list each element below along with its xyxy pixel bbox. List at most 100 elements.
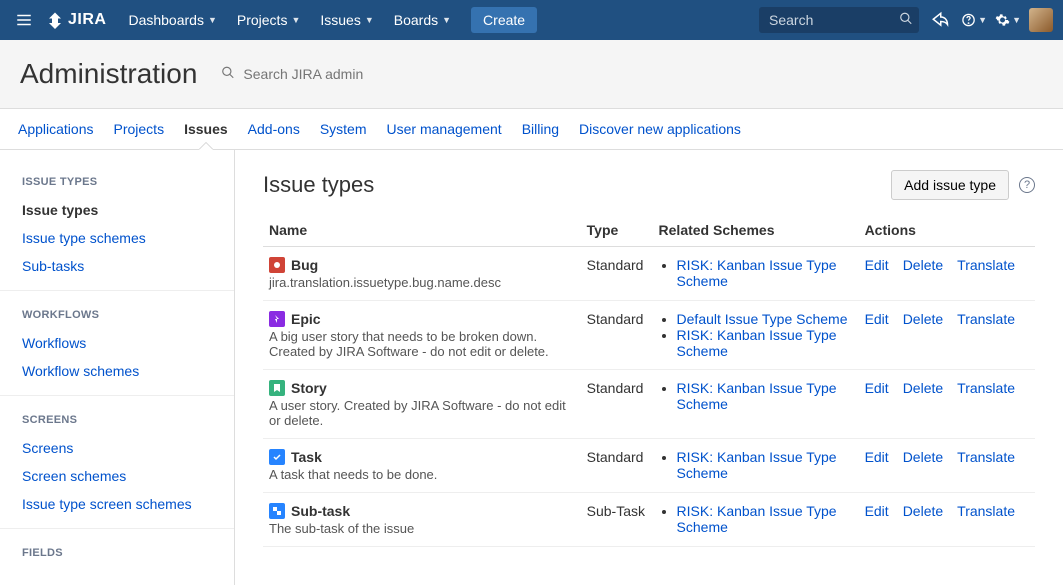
translate-link[interactable]: Translate [957,503,1015,519]
page-title: Administration [20,58,197,90]
edit-link[interactable]: Edit [865,257,889,273]
create-button[interactable]: Create [471,7,537,33]
admin-content: Issue types Add issue type ? NameTypeRel… [235,150,1063,585]
sidebar-item-issue-type-screen-schemes[interactable]: Issue type screen schemes [0,490,234,518]
table-row: Task A task that needs to be done. Standar… [263,439,1035,493]
issue-type-cell: Standard [581,370,653,439]
app-switcher-icon[interactable] [10,6,38,34]
sidebar-heading: WORKFLOWS [0,301,234,329]
column-header: Type [581,214,653,247]
subtask-icon [269,503,285,519]
scheme-link[interactable]: RISK: Kanban Issue Type Scheme [677,380,837,412]
issue-type-cell: Standard [581,301,653,370]
issue-desc: A task that needs to be done. [269,467,575,482]
global-nav-right: ▼ ▼ [759,7,1053,33]
tab-billing[interactable]: Billing [522,109,559,149]
logo-text: JIRA [68,11,106,29]
search-icon [899,12,913,29]
sidebar-item-sub-tasks[interactable]: Sub-tasks [0,252,234,280]
scheme-link[interactable]: RISK: Kanban Issue Type Scheme [677,327,837,359]
nav-item-projects[interactable]: Projects▼ [227,0,311,40]
story-icon [269,380,285,396]
translate-link[interactable]: Translate [957,311,1015,327]
tab-issues[interactable]: Issues [184,109,228,149]
sidebar-item-issue-types[interactable]: Issue types [0,196,234,224]
nav-item-issues[interactable]: Issues▼ [310,0,383,40]
sidebar-heading: ISSUE TYPES [0,168,234,196]
sidebar-item-workflow-schemes[interactable]: Workflow schemes [0,357,234,385]
admin-search-input[interactable] [221,62,421,86]
bug-icon [269,257,285,273]
tab-add-ons[interactable]: Add-ons [248,109,300,149]
edit-link[interactable]: Edit [865,503,889,519]
global-nav-left: JIRA Dashboards▼Projects▼Issues▼Boards▼ … [10,0,537,40]
delete-link[interactable]: Delete [903,503,943,519]
sidebar-item-screens[interactable]: Screens [0,434,234,462]
translate-link[interactable]: Translate [957,449,1015,465]
column-header: Related Schemes [653,214,859,247]
issue-type-cell: Standard [581,439,653,493]
search-icon [221,66,235,83]
add-issue-type-button[interactable]: Add issue type [891,170,1009,200]
content-heading: Issue types [263,172,374,198]
help-icon[interactable]: ? [1019,177,1035,193]
tab-discover-new-applications[interactable]: Discover new applications [579,109,741,149]
translate-link[interactable]: Translate [957,257,1015,273]
delete-link[interactable]: Delete [903,257,943,273]
issue-name: Sub-task [269,503,575,519]
issue-desc: A user story. Created by JIRA Software -… [269,398,575,428]
issue-type-cell: Sub-Task [581,493,653,547]
admin-tabs: Applications Projects Issues Add-ons System U… [0,109,1063,150]
help-icon[interactable]: ▼ [961,7,987,33]
scheme-link[interactable]: RISK: Kanban Issue Type Scheme [677,257,837,289]
issue-name: Task [269,449,575,465]
delete-link[interactable]: Delete [903,449,943,465]
admin-layout: ISSUE TYPESIssue typesIssue type schemes… [0,150,1063,585]
sidebar-item-screen-schemes[interactable]: Screen schemes [0,462,234,490]
tab-projects[interactable]: Projects [114,109,165,149]
nav-item-boards[interactable]: Boards▼ [384,0,461,40]
delete-link[interactable]: Delete [903,380,943,396]
table-row: Sub-task The sub-task of the issue Sub-Tas… [263,493,1035,547]
issue-desc: jira.translation.issuetype.bug.name.desc [269,275,575,290]
jira-logo[interactable]: JIRA [46,11,106,29]
sidebar-item-workflows[interactable]: Workflows [0,329,234,357]
sidebar-heading: FIELDS [0,539,234,567]
feedback-icon[interactable] [927,7,953,33]
issue-name: Bug [269,257,575,273]
issue-name: Story [269,380,575,396]
sidebar-item-issue-type-schemes[interactable]: Issue type schemes [0,224,234,252]
task-icon [269,449,285,465]
sidebar-heading: SCREENS [0,406,234,434]
tab-user-management[interactable]: User management [387,109,502,149]
scheme-link[interactable]: Default Issue Type Scheme [677,311,848,327]
issue-desc: The sub-task of the issue [269,521,575,536]
admin-sidebar: ISSUE TYPESIssue typesIssue type schemes… [0,150,235,585]
content-header: Issue types Add issue type ? [263,170,1035,200]
edit-link[interactable]: Edit [865,311,889,327]
search-input[interactable] [759,7,919,33]
tab-applications[interactable]: Applications [18,109,94,149]
issue-types-table: NameTypeRelated SchemesActions Bugjira.t… [263,214,1035,547]
nav-item-dashboards[interactable]: Dashboards▼ [118,0,226,40]
global-search [759,7,919,33]
table-row: Story A user story. Created by JIRA Softw… [263,370,1035,439]
translate-link[interactable]: Translate [957,380,1015,396]
global-nav: JIRA Dashboards▼Projects▼Issues▼Boards▼ … [0,0,1063,40]
admin-header: Administration [0,40,1063,109]
table-row: EpicA big user story that needs to be br… [263,301,1035,370]
tab-system[interactable]: System [320,109,367,149]
user-avatar[interactable] [1029,8,1053,32]
admin-search [221,62,421,86]
delete-link[interactable]: Delete [903,311,943,327]
scheme-link[interactable]: RISK: Kanban Issue Type Scheme [677,503,837,535]
edit-link[interactable]: Edit [865,380,889,396]
edit-link[interactable]: Edit [865,449,889,465]
settings-icon[interactable]: ▼ [995,7,1021,33]
scheme-link[interactable]: RISK: Kanban Issue Type Scheme [677,449,837,481]
epic-icon [269,311,285,327]
issue-type-cell: Standard [581,247,653,301]
column-header: Name [263,214,581,247]
issue-desc: A big user story that needs to be broken… [269,329,575,359]
table-row: Bug jira.translation.issuetype.bug.name.d… [263,247,1035,301]
